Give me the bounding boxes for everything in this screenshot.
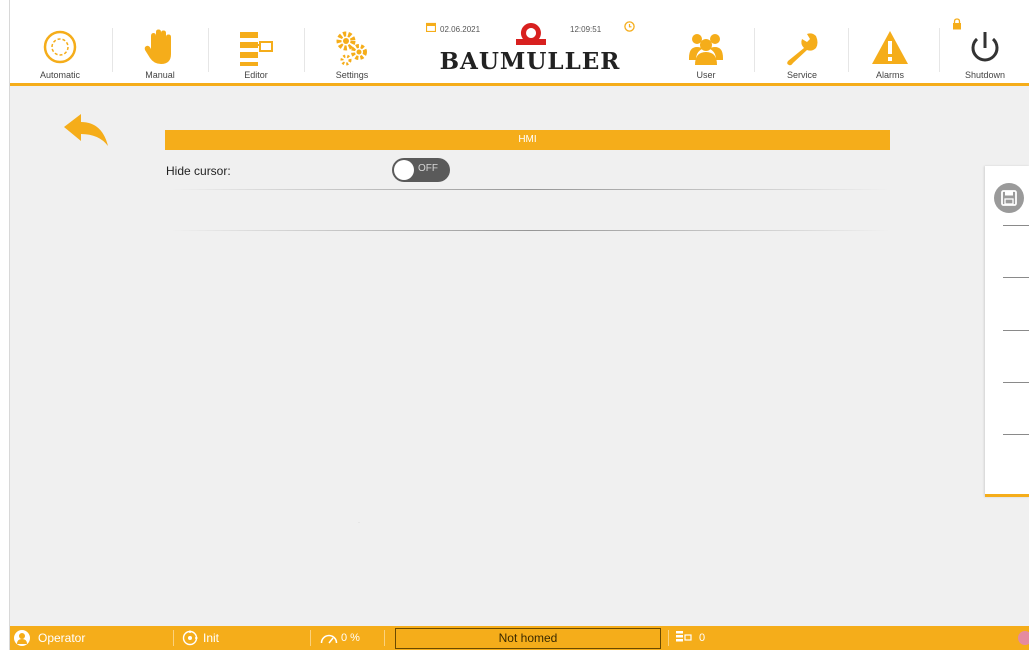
brand-name: BAUMULLER (439, 48, 621, 75)
side-action-panel (985, 166, 1029, 497)
divider (170, 189, 890, 190)
speed-gauge-icon (320, 634, 338, 644)
automatic-icon (40, 28, 80, 68)
wrench-icon (782, 28, 822, 68)
time-display: 12:09:51 (570, 25, 602, 34)
hide-cursor-label: Hide cursor: (166, 164, 231, 178)
divider (754, 28, 755, 72)
init-mode-icon (182, 630, 198, 646)
gears-icon (332, 28, 372, 68)
divider (173, 630, 174, 646)
divider (1003, 225, 1029, 226)
nav-service-label: Service (786, 70, 817, 80)
nav-alarms-button[interactable]: Alarms (845, 0, 935, 83)
toggle-knob (394, 160, 414, 180)
clock-icon (624, 21, 635, 32)
nav-automatic-label: Automatic (39, 70, 81, 80)
nav-shutdown-button[interactable]: Shutdown (940, 0, 1029, 83)
editor-icon (236, 28, 276, 68)
nav-editor-button[interactable]: Editor (211, 0, 301, 83)
machine-mode: Init (203, 631, 220, 645)
nav-settings-label: Settings (335, 70, 369, 80)
divider (1003, 434, 1029, 435)
homing-status: Not homed (395, 628, 661, 649)
nav-user-button[interactable]: User (661, 0, 751, 83)
stray-mark: · (358, 520, 360, 526)
program-icon (676, 631, 692, 642)
nav-user-label: User (696, 70, 716, 80)
top-toolbar: Automatic Manual Editor Settings 02.06.2… (10, 0, 1029, 86)
divider (1003, 330, 1029, 331)
baumuller-logo (516, 23, 546, 45)
current-user[interactable]: Operator (38, 626, 85, 650)
status-bar: Operator Init 0 % Not homed 0 (10, 626, 1029, 650)
section-header: HMI (165, 130, 890, 150)
divider (170, 230, 890, 231)
divider (112, 28, 113, 72)
divider (1003, 382, 1029, 383)
operator-avatar (14, 630, 30, 646)
nav-editor-label: Editor (244, 70, 268, 80)
app-window: Automatic Manual Editor Settings 02.06.2… (9, 0, 1029, 650)
brand-area: 02.06.2021 12:09:51 BAUMULLER (410, 0, 650, 83)
date-display: 02.06.2021 (440, 25, 481, 34)
nav-alarms-label: Alarms (875, 70, 904, 80)
users-icon (686, 28, 726, 68)
calendar-icon (426, 22, 436, 32)
nav-service-button[interactable]: Service (757, 0, 847, 83)
divider (384, 630, 385, 646)
divider (208, 28, 209, 72)
power-icon (965, 28, 1005, 68)
nav-automatic-button[interactable]: Automatic (15, 0, 105, 83)
divider (1003, 277, 1029, 278)
nav-manual-button[interactable]: Manual (115, 0, 205, 83)
speed-override: 0 % (341, 632, 360, 644)
back-arrow-icon[interactable] (62, 112, 110, 148)
divider (310, 630, 311, 646)
divider (304, 28, 305, 72)
nav-manual-label: Manual (145, 70, 175, 80)
toggle-state-text: OFF (418, 163, 438, 174)
program-count: 0 (699, 632, 706, 644)
warning-icon (870, 28, 910, 68)
save-icon[interactable] (994, 183, 1024, 213)
divider (668, 630, 669, 646)
nav-shutdown-label: Shutdown (964, 70, 1006, 80)
hand-icon (140, 28, 180, 68)
hide-cursor-toggle[interactable]: OFF (392, 158, 450, 182)
nav-settings-button[interactable]: Settings (307, 0, 397, 83)
connection-status-indicator (1018, 631, 1029, 645)
